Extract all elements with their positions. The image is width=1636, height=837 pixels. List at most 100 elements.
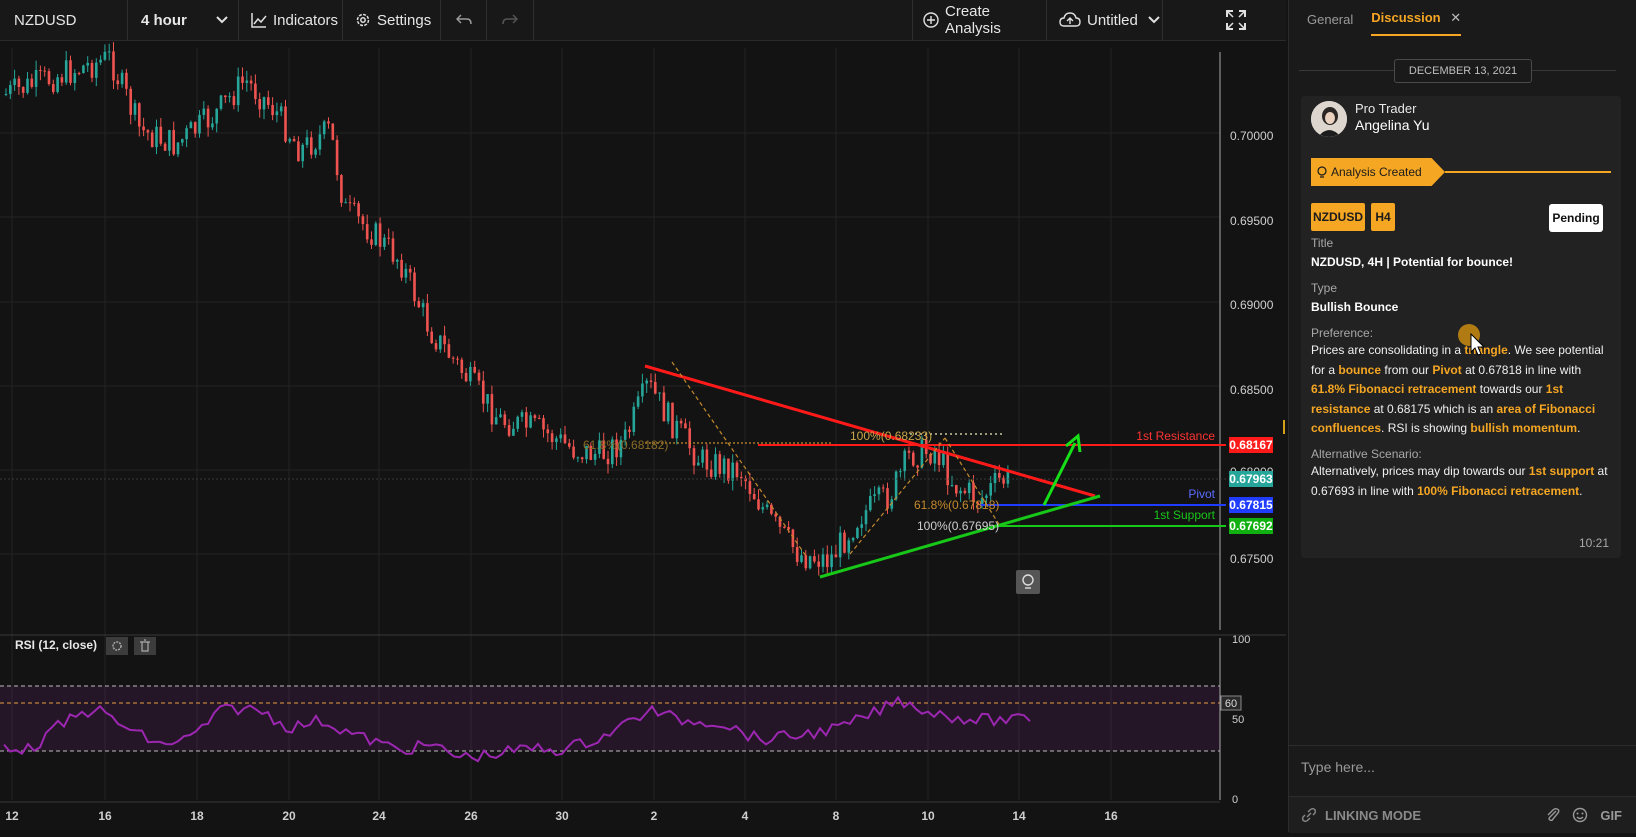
candle-body <box>297 141 300 162</box>
candle-body <box>129 88 132 115</box>
candle-body <box>761 507 765 510</box>
candle-body <box>245 80 249 83</box>
resistance-price: 0.68167 <box>1229 438 1273 452</box>
candle-body <box>993 472 997 484</box>
candle-body <box>679 420 683 424</box>
candle-body <box>305 137 309 145</box>
pivot-price: 0.67815 <box>1229 498 1273 512</box>
chart-area[interactable]: 0.70000 0.69500 0.69000 0.68500 0.68000 … <box>0 40 1289 832</box>
layout-menu-button[interactable]: Untitled <box>1047 0 1163 40</box>
candle-body <box>507 425 511 436</box>
price-tick: 0.67500 <box>1230 552 1274 566</box>
candle-body <box>568 443 571 447</box>
fib-leg-2[interactable] <box>849 437 946 555</box>
candle-body <box>821 554 825 567</box>
time-tick: 16 <box>1104 809 1118 823</box>
candle-body <box>563 434 567 444</box>
candle-body <box>464 372 468 382</box>
body-text: at 0.67818 in line with <box>1461 362 1582 377</box>
fib-leg-3[interactable] <box>944 437 1001 527</box>
candle-body <box>576 457 580 459</box>
candle-body <box>421 303 425 308</box>
candle-body <box>942 452 945 466</box>
price-tick: 0.70000 <box>1230 129 1274 143</box>
timeframe-tag[interactable]: H4 <box>1371 203 1395 231</box>
candle-body <box>9 85 12 94</box>
candle-body <box>103 51 107 60</box>
candlestick-series <box>4 42 1010 576</box>
body-text: at 0.68175 which is an <box>1370 401 1497 416</box>
candle-body <box>378 223 382 247</box>
candle-body <box>722 458 726 474</box>
candle-body <box>365 224 369 240</box>
redo-button[interactable] <box>487 0 534 40</box>
body-text: towards our <box>1476 382 1546 396</box>
candle-body <box>176 142 180 155</box>
tab-general[interactable]: General <box>1307 4 1353 35</box>
close-icon[interactable]: ✕ <box>1450 10 1461 25</box>
timeframe-selector[interactable]: 4 hour <box>128 0 239 40</box>
candle-body <box>727 458 730 481</box>
message-input[interactable]: Type here... <box>1289 745 1636 787</box>
attachment-icon[interactable] <box>1546 807 1560 823</box>
candle-body <box>645 380 648 384</box>
candle-body <box>314 149 317 155</box>
avatar[interactable] <box>1311 101 1347 137</box>
time-tick: 4 <box>742 809 749 823</box>
rsi-title: RSI (12, close) <box>15 638 97 652</box>
candle-body <box>142 126 145 131</box>
candle-body <box>671 402 674 439</box>
rsi-scale-50: 50 <box>1232 714 1244 726</box>
pair-tag[interactable]: NZDUSD <box>1311 203 1365 231</box>
candle-body <box>34 70 38 87</box>
tab-discussion[interactable]: Discussion ✕ <box>1371 2 1462 36</box>
candle-body <box>494 417 498 425</box>
candle-body <box>512 428 515 436</box>
candle-body <box>39 70 42 72</box>
bullish-arrow[interactable] <box>1042 442 1077 506</box>
fib-leg-1[interactable] <box>671 361 807 557</box>
candle-body <box>348 202 352 204</box>
link-icon[interactable] <box>1301 807 1317 823</box>
author-role: Pro Trader <box>1355 101 1417 116</box>
body-text: Prices are consolidating in a <box>1311 343 1465 357</box>
highlight-text: 100% Fibonacci retracement <box>1417 483 1580 498</box>
gif-button[interactable]: GIF <box>1600 808 1622 823</box>
linking-mode-label[interactable]: LINKING MODE <box>1325 808 1421 823</box>
plus-circle-icon <box>923 12 939 28</box>
candle-body <box>628 429 631 432</box>
time-tick: 30 <box>555 809 569 823</box>
symbol-selector[interactable]: NZDUSD <box>0 0 128 40</box>
candle-body <box>632 406 636 432</box>
undo-button[interactable] <box>441 0 487 40</box>
candle-body <box>30 78 34 87</box>
candle-body <box>757 499 760 510</box>
candle-body <box>262 97 266 110</box>
candle-body <box>82 65 85 74</box>
candle-body <box>86 62 89 66</box>
title-value: NZDUSD, 4H | Potential for bounce! <box>1311 255 1514 269</box>
candle-body <box>413 272 416 302</box>
time-tick: 2 <box>651 809 658 823</box>
body-text: Alternatively, prices may dip towards ou… <box>1311 464 1529 478</box>
candle-body <box>572 446 575 458</box>
candle-body <box>851 537 855 541</box>
price-chart[interactable]: 0.70000 0.69500 0.69000 0.68500 0.68000 … <box>0 40 1289 832</box>
tab-discussion-label: Discussion <box>1371 10 1441 25</box>
alternative-text: Alternatively, prices may dip towards ou… <box>1311 462 1611 501</box>
candle-body <box>817 561 820 567</box>
fullscreen-button[interactable] <box>1210 0 1262 40</box>
idea-button[interactable] <box>1016 570 1040 594</box>
create-analysis-button[interactable]: Create Analysis <box>912 0 1047 40</box>
candle-body <box>133 103 137 115</box>
candle-body <box>434 343 438 350</box>
resize-handle[interactable] <box>1283 420 1285 434</box>
settings-button[interactable]: Settings <box>343 0 441 40</box>
emoji-icon[interactable] <box>1572 807 1588 823</box>
rsi-settings-button[interactable] <box>106 637 128 655</box>
candle-body <box>56 77 59 92</box>
candle-body <box>636 396 640 407</box>
candle-body <box>946 452 949 486</box>
candle-body <box>580 457 584 460</box>
indicators-button[interactable]: Indicators <box>239 0 343 40</box>
